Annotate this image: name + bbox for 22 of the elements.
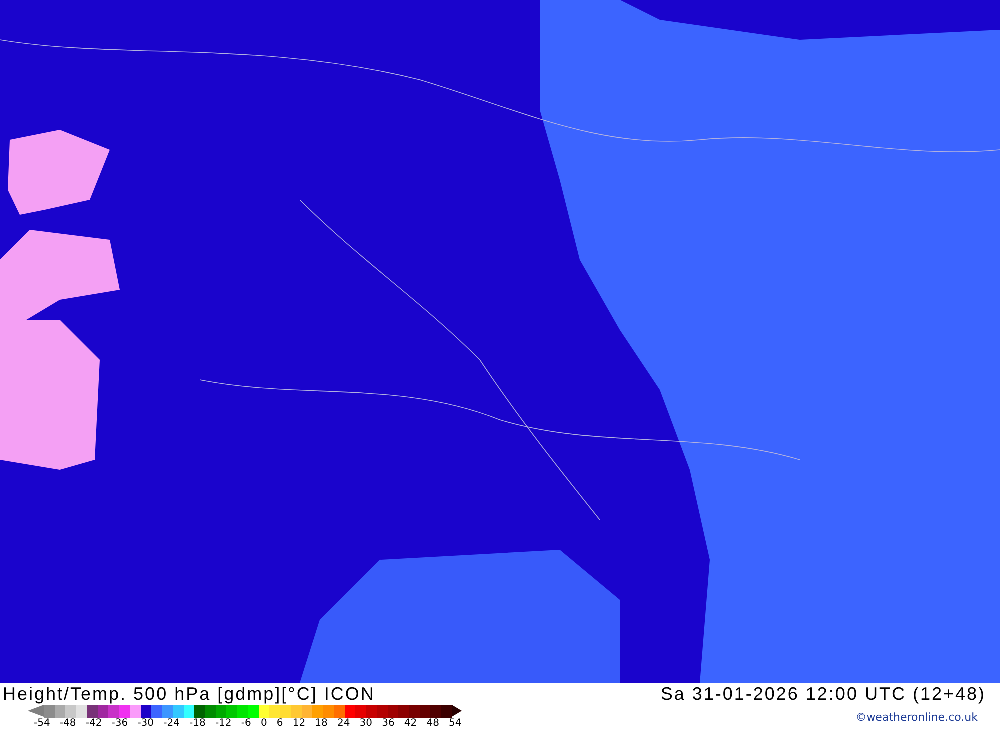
- scale-label: -42: [86, 718, 102, 729]
- scale-label: -30: [138, 718, 154, 729]
- scale-label: -36: [112, 718, 128, 729]
- scale-label: 6: [276, 718, 284, 729]
- scale-label: -54: [34, 718, 50, 729]
- scale-label: 18: [315, 718, 328, 729]
- scale-label: 30: [360, 718, 373, 729]
- copyright-link[interactable]: ©weatheronline.co.uk: [856, 711, 978, 724]
- map-title: Height/Temp. 500 hPa [gdmp][°C] ICON: [3, 684, 376, 704]
- scale-label: -12: [215, 718, 232, 729]
- scale-label: -18: [190, 718, 206, 729]
- scale-label: 48: [426, 718, 440, 729]
- valid-time: Sa 31-01-2026 12:00 UTC (12+48): [660, 684, 986, 704]
- scale-label: -48: [60, 718, 76, 729]
- scale-label: 24: [337, 718, 350, 729]
- scale-label: 54: [449, 718, 462, 729]
- scale-label: 36: [382, 718, 395, 729]
- scale-label: 42: [404, 718, 418, 729]
- scale-label: 0: [260, 718, 268, 729]
- scale-label: 12: [292, 718, 306, 729]
- scale-label: -24: [164, 718, 180, 729]
- scale-label: -6: [241, 718, 252, 729]
